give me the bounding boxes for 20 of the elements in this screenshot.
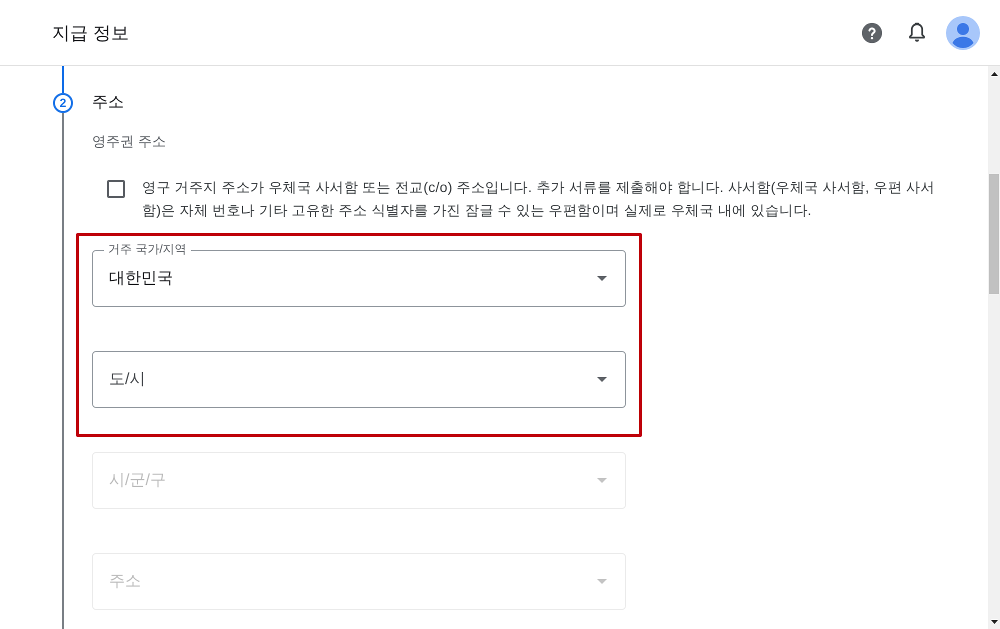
caret-icon (597, 377, 607, 382)
scrollbar[interactable] (988, 66, 1000, 629)
section-subtitle: 영주권 주소 (92, 132, 166, 151)
checkbox-label: 영구 거주지 주소가 우체국 사서함 또는 전교(c/o) 주소입니다. 추가 서류를 제출해야 합니다. 사서함(우체국 사서함, 우편 사서함)은 자체 번호나 기타 고유한 주소 식별자를 가진 잠글 수 있는 우편함이며 실제로 우체국 내에 있습니다. (142, 178, 936, 220)
checkbox[interactable] (107, 180, 125, 198)
field-label: 거주 국가/지역 (104, 242, 191, 257)
caret-icon (597, 579, 607, 584)
dropdown-field[interactable]: 도/시 (92, 351, 626, 408)
scrollbar-thumb[interactable] (989, 174, 999, 294)
avatar-icon[interactable] (946, 16, 980, 50)
scroll-down-icon[interactable] (990, 620, 998, 624)
page-title: 지급 정보 (52, 22, 130, 44)
notification-bell-icon[interactable] (908, 22, 926, 43)
caret-icon (597, 276, 607, 281)
caret-icon (597, 478, 607, 483)
step-indicator: 2 (53, 93, 73, 113)
step-title: 주소 (92, 93, 124, 113)
stepper-line (62, 66, 64, 93)
scroll-up-icon[interactable] (990, 72, 998, 76)
help-icon[interactable] (861, 22, 883, 44)
